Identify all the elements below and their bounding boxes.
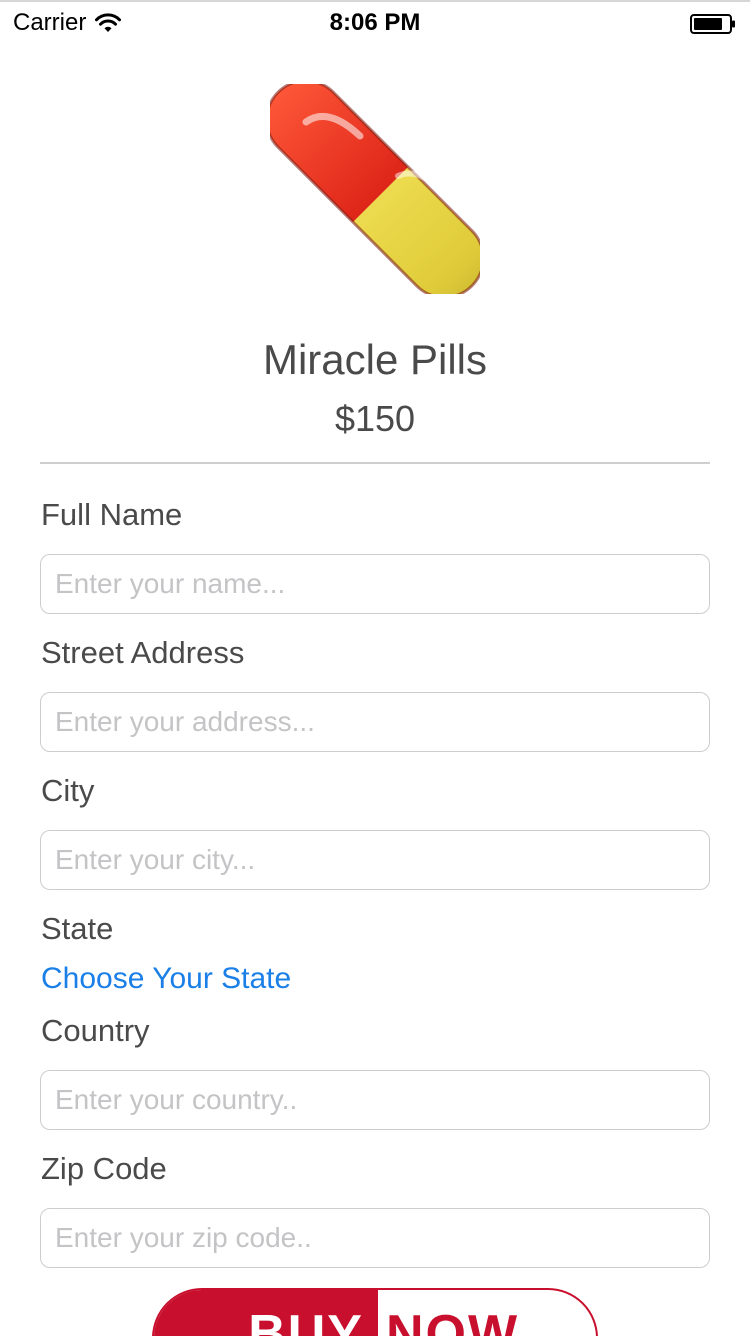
street-address-label: Street Address xyxy=(41,635,245,670)
product-title: Miracle Pills xyxy=(262,336,488,383)
status-time: 8:06 PM xyxy=(329,9,421,36)
buy-now-left-text: BUY xyxy=(154,1290,378,1336)
city-input[interactable] xyxy=(40,830,710,890)
street-address-input[interactable] xyxy=(40,692,710,752)
full-name-label: Full Name xyxy=(41,497,183,532)
pill-icon xyxy=(270,84,480,294)
country-input[interactable] xyxy=(40,1070,710,1130)
choose-state-button[interactable]: Choose Your State xyxy=(41,962,291,996)
city-label: City xyxy=(41,773,95,808)
divider xyxy=(40,462,710,464)
state-label: State xyxy=(41,911,114,946)
checkout-screen: Carrier 8:06 PM Miracle Pills $150 Full … xyxy=(0,0,750,1336)
full-name-input[interactable] xyxy=(40,554,710,614)
country-label: Country xyxy=(41,1013,150,1048)
status-bar: Carrier 8:06 PM xyxy=(0,0,750,40)
battery-icon xyxy=(690,14,735,34)
zip-code-label: Zip Code xyxy=(41,1151,167,1186)
buy-now-right-text: NOW xyxy=(386,1305,520,1336)
buy-now-button[interactable]: BUY NOW xyxy=(152,1288,598,1336)
product-price: $150 xyxy=(334,398,416,439)
zip-code-input[interactable] xyxy=(40,1208,710,1268)
